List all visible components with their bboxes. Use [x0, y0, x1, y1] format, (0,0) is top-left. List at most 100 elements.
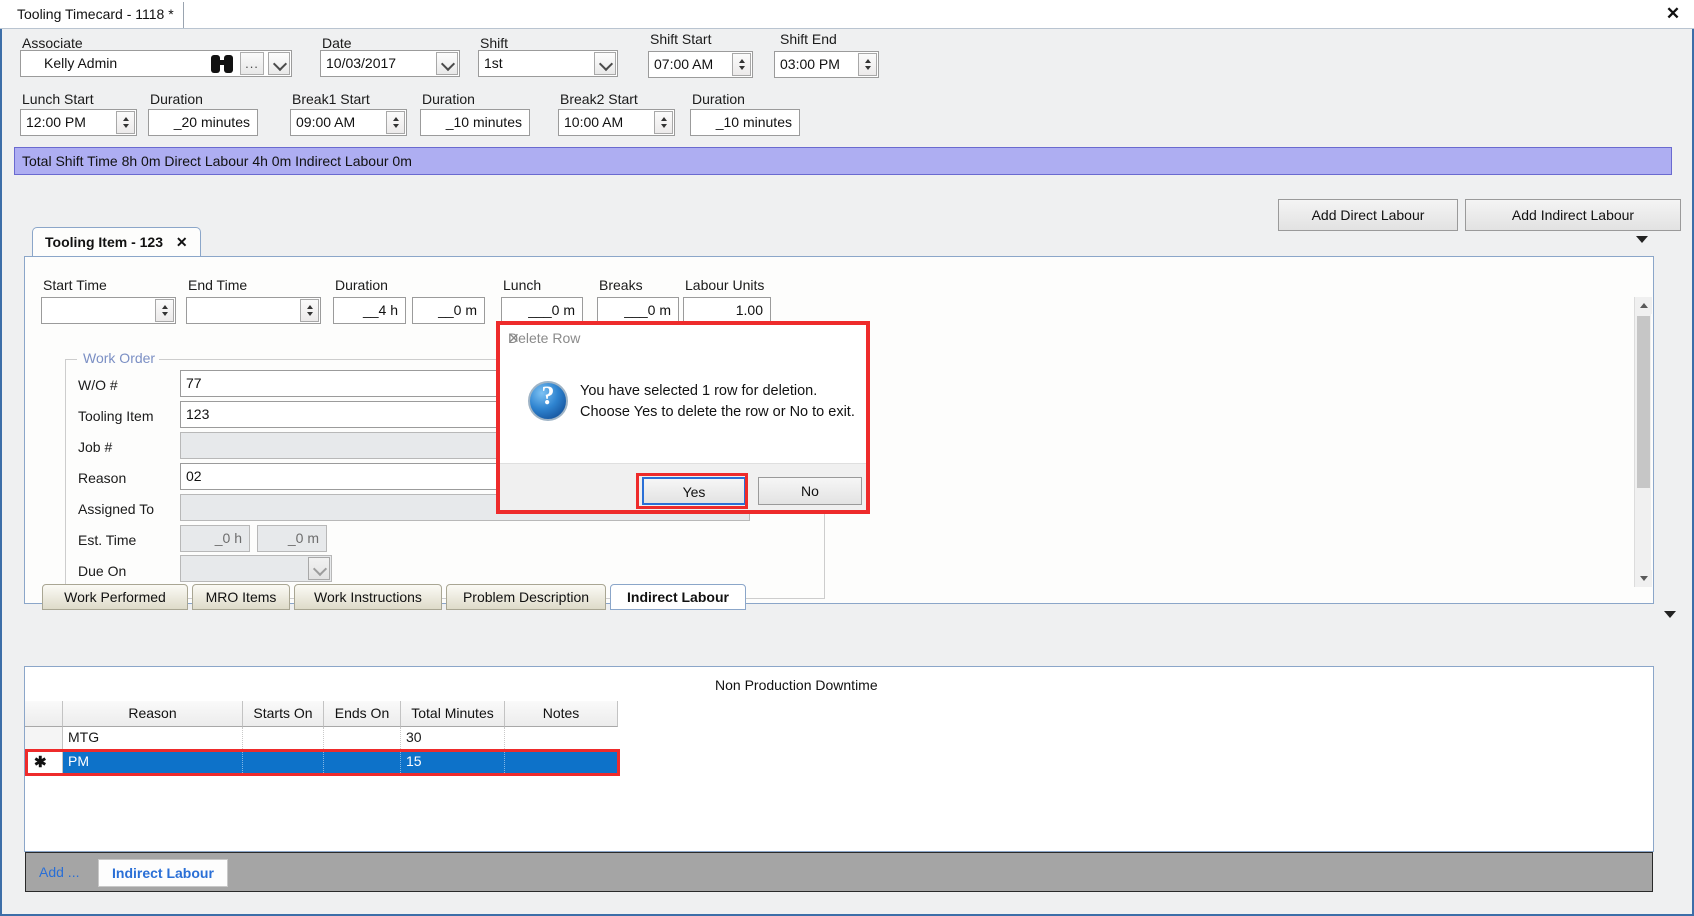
dialog-footer: Yes No	[500, 463, 866, 510]
cell-ends-on	[324, 727, 401, 749]
break2-start-label: Break2 Start	[560, 91, 638, 107]
break2-duration-input[interactable]: _10 minutes	[690, 109, 800, 136]
shift-dropdown-button[interactable]	[594, 52, 616, 75]
close-icon[interactable]: ✕	[176, 234, 188, 250]
tab-tooling-item-123[interactable]: Tooling Item - 123 ✕	[32, 227, 201, 257]
break1-start-label: Break1 Start	[292, 91, 370, 107]
grid-header-notes[interactable]: Notes	[505, 701, 618, 727]
break1-start-value: 09:00 AM	[296, 114, 356, 130]
cell-ends-on	[324, 751, 401, 773]
tooling-item-value: 123	[186, 406, 210, 422]
est-time-hours-value: _0 h	[214, 530, 242, 546]
dialog-no-label: No	[801, 483, 819, 499]
dialog-no-button[interactable]: No	[758, 477, 862, 505]
cell-total-minutes: 15	[401, 751, 505, 773]
table-row[interactable]: MTG 30	[25, 727, 618, 750]
panel-collapse-icon[interactable]	[1664, 611, 1676, 618]
chevron-down-icon	[312, 561, 328, 576]
grid-header-starts-on[interactable]: Starts On	[243, 701, 324, 727]
break1-start-stepper[interactable]	[386, 111, 405, 134]
new-row-icon: ✱	[34, 754, 47, 771]
cell-reason: MTG	[63, 727, 243, 749]
chevron-down-icon[interactable]	[1636, 236, 1648, 243]
chevron-down-icon	[440, 56, 456, 71]
delete-row-dialog-highlight: Delete Row ✕ You have selected 1 row for…	[496, 321, 870, 514]
panel-scrollbar[interactable]	[1634, 297, 1652, 587]
tab-mro-items[interactable]: MRO Items	[192, 584, 290, 610]
add-link-label: Add ...	[39, 864, 80, 880]
est-time-hours-input[interactable]: _0 h	[180, 525, 250, 552]
lunch-value: ___0 m	[528, 302, 575, 318]
date-input[interactable]: 10/03/2017	[320, 50, 460, 77]
lunch-start-input[interactable]: 12:00 PM	[20, 109, 137, 136]
associate-dropdown-button[interactable]	[268, 52, 290, 75]
end-time-stepper[interactable]	[300, 299, 319, 322]
grid-header-notes-label: Notes	[542, 705, 580, 721]
break1-duration-value: _10 minutes	[445, 114, 522, 130]
tab-problem-description[interactable]: Problem Description	[446, 584, 606, 610]
break2-duration-value: _10 minutes	[715, 114, 792, 130]
row-indicator	[25, 727, 63, 749]
table-row[interactable]: ✱ PM 15	[25, 750, 618, 774]
break1-duration-input[interactable]: _10 minutes	[420, 109, 530, 136]
start-time-input[interactable]	[41, 297, 176, 324]
dialog-yes-button[interactable]: Yes	[642, 477, 746, 505]
lunch-duration-input[interactable]: _20 minutes	[148, 109, 258, 136]
tab-indirect-labour[interactable]: Indirect Labour	[610, 584, 746, 610]
break1-start-input[interactable]: 09:00 AM	[290, 109, 407, 136]
dialog-title-bar: Delete Row ✕	[500, 325, 866, 353]
grid-header-total-minutes[interactable]: Total Minutes	[401, 701, 505, 727]
lunch-input[interactable]: ___0 m	[501, 297, 583, 324]
due-on-dropdown-button[interactable]	[308, 557, 330, 580]
break1-duration-label: Duration	[422, 91, 475, 107]
grid-header-ends-on[interactable]: Ends On	[324, 701, 401, 727]
document-tab[interactable]: Tooling Timecard - 1118 *	[8, 2, 184, 28]
lunch-start-stepper[interactable]	[116, 111, 135, 134]
labour-units-input[interactable]: 1.00	[683, 297, 771, 324]
binoculars-icon[interactable]	[211, 55, 233, 73]
scroll-up-icon[interactable]	[1635, 297, 1652, 314]
scrollbar-thumb[interactable]	[1637, 316, 1650, 488]
start-time-label: Start Time	[43, 277, 107, 293]
add-link[interactable]: Add ...	[39, 864, 79, 880]
due-on-label: Due On	[78, 563, 127, 579]
date-label: Date	[322, 35, 352, 51]
grid-header-reason[interactable]: Reason	[63, 701, 243, 727]
cell-notes	[505, 727, 618, 749]
close-icon[interactable]: ✕	[508, 330, 856, 347]
reason-label: Reason	[78, 470, 127, 486]
duration-minutes-value: __0 m	[438, 302, 477, 318]
associate-label: Associate	[22, 35, 83, 51]
cell-reason: PM	[63, 751, 243, 773]
breaks-label: Breaks	[599, 277, 643, 293]
add-indirect-labour-label: Add Indirect Labour	[1511, 207, 1635, 223]
tab-work-performed-label: Work Performed	[64, 589, 166, 605]
shift-end-stepper[interactable]	[858, 53, 877, 76]
lunch-start-label: Lunch Start	[22, 91, 94, 107]
tab-work-instructions[interactable]: Work Instructions	[294, 584, 442, 610]
associate-browse-button[interactable]: ...	[240, 52, 264, 75]
shift-start-input[interactable]: 07:00 AM	[648, 51, 753, 78]
add-indirect-labour-chip[interactable]: Indirect Labour	[98, 859, 228, 887]
due-on-select[interactable]	[180, 555, 332, 582]
shift-end-value: 03:00 PM	[780, 56, 840, 72]
shift-end-input[interactable]: 03:00 PM	[774, 51, 879, 78]
start-time-stepper[interactable]	[155, 299, 174, 322]
shift-select[interactable]: 1st	[478, 50, 618, 77]
duration-minutes-input[interactable]: __0 m	[412, 297, 485, 324]
grid-header-starts-on-label: Starts On	[253, 705, 313, 721]
document-tab-label: Tooling Timecard - 1118 *	[17, 6, 174, 22]
est-time-minutes-input[interactable]: _0 m	[257, 525, 327, 552]
date-dropdown-button[interactable]	[436, 52, 458, 75]
breaks-input[interactable]: ___0 m	[597, 297, 679, 324]
cell-starts-on	[243, 751, 324, 773]
shift-start-stepper[interactable]	[732, 53, 751, 76]
break2-start-stepper[interactable]	[654, 111, 673, 134]
break2-start-input[interactable]: 10:00 AM	[558, 109, 675, 136]
associate-input[interactable]: Kelly Admin ...	[20, 50, 292, 77]
tab-work-performed[interactable]: Work Performed	[42, 584, 188, 610]
end-time-input[interactable]	[186, 297, 321, 324]
close-icon[interactable]: ✕	[1662, 3, 1684, 25]
duration-hours-value: __4 h	[362, 302, 398, 318]
duration-hours-input[interactable]: __4 h	[333, 297, 406, 324]
